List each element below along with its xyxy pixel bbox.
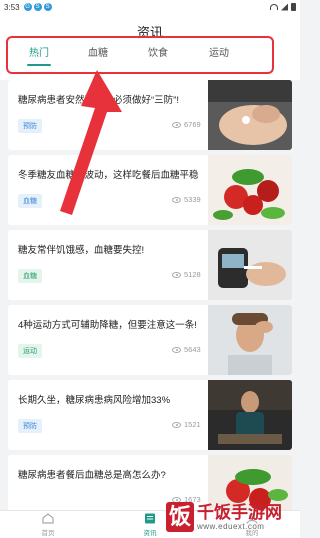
tab-hot[interactable]: 热门: [29, 44, 49, 59]
tab-exercise[interactable]: 运动: [209, 44, 229, 59]
view-count: 5643: [172, 345, 201, 354]
article-title: 糖尿病患者餐后血糖总是高怎么办?: [18, 470, 166, 481]
article-tag: 预防: [18, 419, 42, 433]
view-count: 6769: [172, 120, 201, 129]
article-card[interactable]: 冬季糖友血糖易波动，这样吃餐后血糖平稳 血糖 5339: [8, 155, 292, 225]
eye-icon: [172, 196, 181, 203]
eye-icon: [172, 346, 181, 353]
view-count: 5339: [172, 195, 201, 204]
nav-item-home[interactable]: 首页: [28, 513, 68, 537]
tab-diet[interactable]: 饮食: [148, 44, 168, 59]
eye-icon: [172, 271, 181, 278]
battery-icon: [291, 3, 296, 11]
tired-man-icon: [208, 305, 292, 375]
sitting-man-icon: [208, 380, 292, 450]
home-icon: [42, 513, 54, 524]
article-title: 糖尿病患者安然过冬，必须做好“三防”!: [18, 95, 179, 106]
watermark-logo: 饭: [166, 502, 194, 532]
article-title: 糖友常伴饥饿感，血糖要失控!: [18, 245, 145, 256]
active-tab-indicator: [27, 64, 51, 66]
tab-blood-sugar[interactable]: 血糖: [88, 44, 108, 59]
article-title: 4种运动方式可辅助降糖，但要注意这一条!: [18, 320, 197, 331]
notification-icon: G: [23, 3, 32, 11]
article-tag: 血糖: [18, 269, 42, 283]
status-bar: 3:53 G S S: [0, 0, 300, 14]
watermark: 饭 千饭手游网 www.eduext.com: [166, 496, 300, 538]
article-tag: 血糖: [18, 194, 42, 208]
nav-label: 资讯: [143, 530, 157, 537]
view-count: 1521: [172, 420, 201, 429]
wifi-icon: [270, 4, 278, 10]
article-card[interactable]: 糖尿病患者安然过冬，必须做好“三防”! 预防 6769: [8, 80, 292, 150]
eye-icon: [172, 421, 181, 428]
article-card[interactable]: 长期久坐，糖尿病患病风险增加33% 预防 1521: [8, 380, 292, 450]
article-card[interactable]: 糖友常伴饥饿感，血糖要失控! 血糖 5128: [8, 230, 292, 300]
news-icon: [145, 513, 155, 524]
watermark-name: 千饭手游网: [197, 503, 282, 522]
notification-icon: S: [43, 3, 52, 11]
article-card[interactable]: 4种运动方式可辅助降糖，但要注意这一条! 运动 5643: [8, 305, 292, 375]
notification-icon: S: [33, 3, 42, 11]
article-tag: 预防: [18, 119, 42, 133]
article-tag: 运动: [18, 344, 42, 358]
eye-icon: [172, 121, 181, 128]
glucose-meter-icon: [208, 230, 292, 300]
nav-label: 首页: [41, 530, 55, 537]
article-title: 冬季糖友血糖易波动，这样吃餐后血糖平稳: [18, 170, 199, 181]
view-count: 5128: [172, 270, 201, 279]
article-title: 长期久坐，糖尿病患病风险增加33%: [18, 395, 171, 406]
watermark-url: www.eduext.com: [197, 522, 265, 531]
vegetables-icon: [208, 155, 292, 225]
signal-icon: [281, 3, 288, 11]
nav-item-news[interactable]: 资讯: [130, 513, 170, 537]
status-time: 3:53: [4, 2, 20, 12]
hand-pill-icon: [208, 80, 292, 150]
